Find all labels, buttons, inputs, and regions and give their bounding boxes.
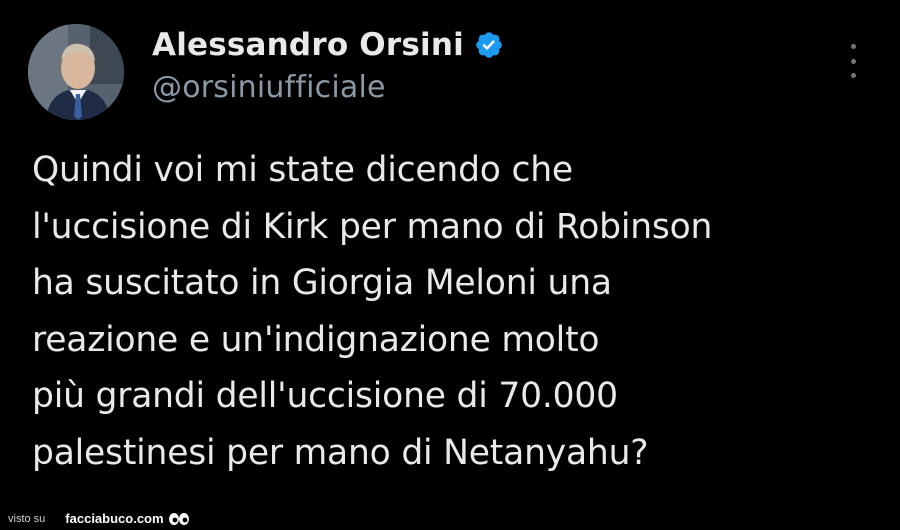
author-handle[interactable]: @orsiniufficiale <box>152 70 386 105</box>
watermark-site: facciabuco.com <box>65 511 164 526</box>
more-dot-icon <box>850 44 856 49</box>
tweet-text: Quindi voi mi state dicendo che l'uccisi… <box>32 150 713 473</box>
more-options-icon[interactable] <box>846 44 860 78</box>
author-display-name[interactable]: Alessandro Orsini <box>152 27 464 63</box>
watermark: visto su facciabuco.com <box>8 511 190 526</box>
author-name-row: Alessandro Orsini <box>152 22 504 68</box>
avatar[interactable] <box>28 24 124 120</box>
verified-badge-icon <box>476 32 502 58</box>
profile-photo <box>28 24 124 120</box>
more-dot-icon <box>850 58 856 64</box>
watermark-prefix: visto su <box>8 512 46 525</box>
more-dot-icon <box>850 73 856 78</box>
eyes-logo-icon <box>168 512 189 525</box>
